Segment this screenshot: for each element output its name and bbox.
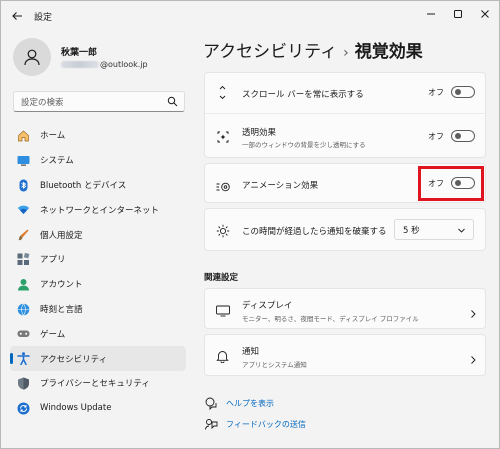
- title-bar: 設定: [1, 1, 499, 31]
- related-settings-heading: 関連設定: [204, 273, 239, 283]
- transparency-icon: [216, 129, 230, 148]
- highlight-box: [418, 166, 484, 201]
- apps-icon: [17, 252, 30, 266]
- chevron-right-icon: [469, 304, 477, 323]
- transparency-toggle-wrap: オフ: [428, 130, 475, 142]
- help-icon: [205, 397, 218, 411]
- sidebar-item-accessibility[interactable]: アクセシビリティ: [10, 346, 186, 371]
- privacy-icon: [17, 377, 30, 390]
- time-language-icon: [17, 303, 30, 316]
- personalization-icon: [17, 228, 30, 241]
- search-input[interactable]: 設定の検索: [13, 91, 185, 112]
- sidebar-item-personalization[interactable]: 個人用設定: [10, 222, 186, 247]
- back-arrow-icon[interactable]: [10, 8, 24, 22]
- transparency-toggle[interactable]: [451, 130, 475, 142]
- help-link-label: ヘルプを表示: [226, 399, 274, 408]
- minimize-button[interactable]: [420, 5, 442, 23]
- page-title: アクセシビリティ › 視覚効果: [203, 37, 423, 62]
- sidebar-item-home[interactable]: ホーム: [10, 123, 186, 148]
- user-email: @outlook.jp: [61, 60, 148, 69]
- animation-icon: [216, 178, 231, 197]
- window-title: 設定: [34, 13, 53, 23]
- sidebar-item-label: 時刻と言語: [40, 304, 83, 315]
- bluetooth-icon: [17, 179, 30, 192]
- sidebar-item-system[interactable]: システム: [10, 148, 186, 173]
- breadcrumb-current: 視覚効果: [354, 42, 423, 62]
- sidebar-item-apps[interactable]: アプリ: [10, 247, 186, 272]
- bell-icon: [216, 348, 229, 367]
- toggle-state-label: オフ: [428, 131, 444, 141]
- settings-window: 設定 秋葉一郎 @outlook.jp 設定の検索 ホーム システム Bluet…: [0, 0, 500, 449]
- setting-label: この時間が経過したら通知を破棄する: [242, 227, 387, 237]
- toggle-knob: [455, 89, 461, 95]
- sidebar-item-accounts[interactable]: アカウント: [10, 272, 186, 297]
- setting-label: 透明効果: [242, 128, 277, 138]
- chevron-down-icon: [457, 226, 466, 238]
- system-icon: [17, 154, 30, 167]
- sidebar-item-privacy[interactable]: プライバシーとセキュリティ: [10, 371, 186, 396]
- account-icon: [17, 278, 30, 291]
- maximize-button[interactable]: [447, 5, 469, 23]
- breadcrumb-parent[interactable]: アクセシビリティ: [203, 42, 337, 62]
- search-icon: [167, 96, 178, 110]
- sidebar-item-label: Bluetooth とデバイス: [40, 180, 127, 191]
- sidebar-item-label: Windows Update: [40, 403, 112, 414]
- setting-label: アニメーション効果: [242, 181, 319, 191]
- setting-description: 一部のウィンドウの背景を少し透明にする: [242, 141, 366, 149]
- related-description: アプリとシステム通知: [242, 361, 307, 369]
- sidebar-item-gaming[interactable]: ゲーム: [10, 321, 186, 346]
- related-item-notifications[interactable]: 通知 アプリとシステム通知: [204, 334, 486, 376]
- setting-row-transparency: 透明効果 一部のウィンドウの背景を少し透明にする オフ: [205, 114, 485, 159]
- sidebar-item-label: ネットワークとインターネット: [40, 205, 160, 216]
- help-link[interactable]: ヘルプを表示: [205, 397, 274, 411]
- feedback-icon: [205, 418, 218, 431]
- sidebar-item-label: ゲーム: [40, 329, 66, 340]
- breadcrumb-separator: ›: [343, 45, 349, 61]
- sidebar-item-label: プライバシーとセキュリティ: [40, 379, 150, 390]
- toggle-state-label: オフ: [428, 87, 444, 97]
- user-icon: [24, 49, 40, 66]
- email-domain: @outlook.jp: [100, 60, 148, 69]
- user-name: 秋葉一郎: [61, 48, 98, 58]
- chevron-right-icon: [469, 350, 477, 369]
- toggle-knob: [455, 133, 461, 139]
- settings-card-visual: スクロール バーを常に表示する オフ 透明効果 一部のウィンドウの背景を少し透明…: [204, 72, 486, 158]
- setting-label: スクロール バーを常に表示する: [242, 90, 364, 100]
- scrollbars-toggle[interactable]: [451, 86, 475, 98]
- related-item-display[interactable]: ディスプレイ モニター、明るさ、夜間モード、ディスプレイ プロファイル: [204, 288, 486, 329]
- setting-row-scrollbars: スクロール バーを常に表示する オフ: [205, 73, 485, 113]
- home-icon: [17, 129, 30, 142]
- feedback-link-label: フィードバックの送信: [226, 420, 306, 429]
- select-value: 5 秒: [403, 225, 420, 236]
- feedback-link[interactable]: フィードバックの送信: [205, 418, 306, 431]
- close-button[interactable]: [474, 5, 496, 23]
- email-redaction: [61, 61, 99, 68]
- sidebar-nav: ホーム システム Bluetooth とデバイス ネットワークとインターネット …: [10, 123, 186, 421]
- windows-update-icon: [17, 402, 30, 415]
- network-icon: [17, 203, 30, 216]
- sidebar-item-label: ホーム: [40, 131, 66, 142]
- sidebar-item-network[interactable]: ネットワークとインターネット: [10, 197, 186, 222]
- sidebar-item-label: アプリ: [40, 255, 66, 266]
- scrollbar-icon: [216, 85, 229, 104]
- sidebar-item-windows-update[interactable]: Windows Update: [10, 396, 186, 421]
- scrollbars-toggle-wrap: オフ: [428, 86, 475, 98]
- accessibility-icon: [17, 352, 30, 366]
- sidebar-item-label: 個人用設定: [40, 230, 83, 241]
- sidebar-item-label: アクセシビリティ: [40, 354, 108, 365]
- gaming-icon: [17, 327, 30, 340]
- avatar[interactable]: [13, 38, 51, 76]
- sidebar-item-label: システム: [40, 156, 74, 167]
- related-label: ディスプレイ: [242, 301, 293, 311]
- sidebar-item-time-language[interactable]: 時刻と言語: [10, 297, 186, 322]
- related-label: 通知: [242, 347, 260, 357]
- related-description: モニター、明るさ、夜間モード、ディスプレイ プロファイル: [242, 315, 419, 323]
- brightness-icon: [216, 223, 230, 242]
- notification-timeout-select[interactable]: 5 秒: [394, 219, 474, 240]
- display-icon: [216, 302, 230, 321]
- sidebar-item-label: アカウント: [40, 280, 83, 291]
- search-placeholder: 設定の検索: [21, 97, 64, 108]
- active-indicator: [10, 353, 13, 365]
- sidebar-item-bluetooth[interactable]: Bluetooth とデバイス: [10, 173, 186, 198]
